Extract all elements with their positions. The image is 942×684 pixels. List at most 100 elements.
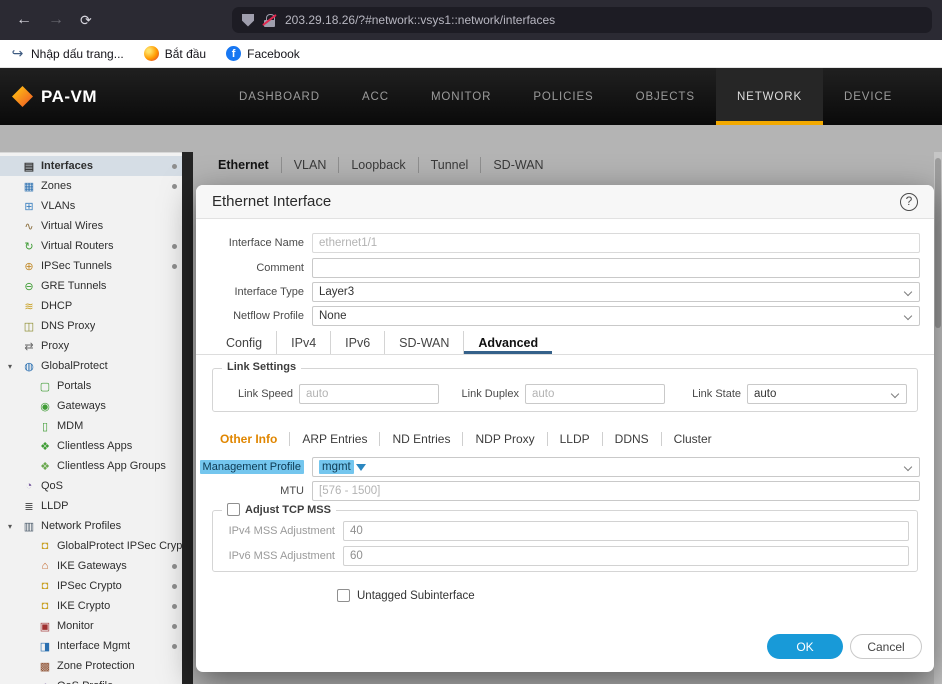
- nav-item-policies[interactable]: POLICIES: [512, 68, 614, 125]
- url-text[interactable]: 203.29.18.26/?#network::vsys1::network/i…: [285, 13, 555, 27]
- chevron-down-icon[interactable]: [904, 463, 912, 471]
- sidebar-item-zone-protection[interactable]: ▩Zone Protection: [0, 656, 182, 676]
- subtab-other-info[interactable]: Other Info: [212, 432, 289, 446]
- link-speed-value: auto: [306, 388, 328, 400]
- tracking-protection-shield-icon[interactable]: [242, 14, 254, 27]
- interface-name-input[interactable]: ethernet1/1: [312, 233, 920, 253]
- bookmarks-bar: Nhập dấu trang... Bắt đầu Facebook: [0, 40, 942, 68]
- dialog-tab-ipv4[interactable]: IPv4: [276, 331, 330, 354]
- sidebar-item-lldp[interactable]: ≣LLDP: [0, 496, 182, 516]
- sidebar-item-clientless-apps[interactable]: ❖Clientless Apps: [0, 436, 182, 456]
- dialog-tab-config[interactable]: Config: [212, 331, 276, 354]
- untagged-subinterface-checkbox[interactable]: [337, 589, 350, 602]
- interface-type-select[interactable]: Layer3: [312, 282, 920, 302]
- dialog-subtabs: Other InfoARP EntriesND EntriesNDP Proxy…: [212, 428, 724, 450]
- sidebar-item-proxy[interactable]: ⇄Proxy: [0, 336, 182, 356]
- subtab-arp-entries[interactable]: ARP Entries: [289, 432, 379, 446]
- sidebar-item-vlans[interactable]: ⊞VLANs: [0, 196, 182, 216]
- sidebar-item-ike-gateways[interactable]: ⌂IKE Gateways: [0, 556, 182, 576]
- sidebar-item-gre-tunnels[interactable]: ⊖GRE Tunnels: [0, 276, 182, 296]
- sidebar-item-mdm[interactable]: ▯MDM: [0, 416, 182, 436]
- nav-item-device[interactable]: DEVICE: [823, 68, 913, 125]
- screen: ← → ⟳ 203.29.18.26/?#network::vsys1::net…: [0, 0, 942, 684]
- link-state-label: Link State: [679, 388, 741, 400]
- dialog-tab-advanced[interactable]: Advanced: [463, 331, 552, 354]
- management-profile-select[interactable]: mgmt: [312, 457, 920, 477]
- dialog-tab-ipv6[interactable]: IPv6: [330, 331, 384, 354]
- nav-item-objects[interactable]: OBJECTS: [615, 68, 716, 125]
- subtab-ndp-proxy[interactable]: NDP Proxy: [462, 432, 546, 446]
- sidebar-item-ipsec-crypto[interactable]: ◘IPSec Crypto: [0, 576, 182, 596]
- sidebar-item-globalprotect[interactable]: ▾◍GlobalProtect: [0, 356, 182, 376]
- sidebar-item-interface-mgmt[interactable]: ◨Interface Mgmt: [0, 636, 182, 656]
- gateways-icon: ◉: [38, 400, 52, 413]
- content-tab-vlan[interactable]: VLAN: [281, 157, 339, 173]
- chevron-down-icon[interactable]: [904, 312, 912, 320]
- nav-item-acc[interactable]: ACC: [341, 68, 410, 125]
- ike-gateways-icon: ⌂: [38, 560, 52, 572]
- brand: PA-VM: [12, 68, 97, 125]
- proxy-icon: ⇄: [22, 340, 36, 353]
- sidebar-item-interfaces[interactable]: ▤Interfaces: [0, 156, 182, 176]
- cancel-button[interactable]: Cancel: [850, 634, 922, 659]
- sidebar-item-dns-proxy[interactable]: ◫DNS Proxy: [0, 316, 182, 336]
- scrollbar-thumb[interactable]: [935, 158, 941, 328]
- sidebar-item-network-profiles[interactable]: ▾▥Network Profiles: [0, 516, 182, 536]
- subtab-cluster[interactable]: Cluster: [661, 432, 724, 446]
- page-scrollbar[interactable]: [934, 152, 942, 684]
- zone-protection-icon: ▩: [38, 660, 52, 673]
- chevron-down-icon[interactable]: [904, 288, 912, 296]
- mtu-input[interactable]: [576 - 1500]: [312, 481, 920, 501]
- sidebar-item-virtual-wires[interactable]: ∿Virtual Wires: [0, 216, 182, 236]
- back-icon[interactable]: ←: [16, 11, 32, 29]
- sidebar-item-ipsec-tunnels[interactable]: ⊕IPSec Tunnels: [0, 256, 182, 276]
- sidebar-item-portals[interactable]: ▢Portals: [0, 376, 182, 396]
- sidebar-splitter[interactable]: [182, 152, 193, 684]
- content-tab-tunnel[interactable]: Tunnel: [418, 157, 481, 173]
- sidebar-item-qos-profile[interactable]: ◕QoS Profile: [0, 676, 182, 684]
- sidebar-item-globalprotect-ipsec-crypto[interactable]: ◘GlobalProtect IPSec Crypto: [0, 536, 182, 556]
- nav-item-monitor[interactable]: MONITOR: [410, 68, 512, 125]
- caret-down-icon: ▾: [8, 522, 12, 531]
- address-bar[interactable]: 203.29.18.26/?#network::vsys1::network/i…: [232, 7, 932, 33]
- insecure-lock-icon[interactable]: [263, 14, 276, 27]
- chevron-down-icon[interactable]: [891, 389, 899, 397]
- dialog-tab-sd-wan[interactable]: SD-WAN: [384, 331, 463, 354]
- forward-icon[interactable]: →: [48, 11, 64, 29]
- adjust-tcp-mss-checkbox[interactable]: [227, 503, 240, 516]
- sidebar-item-dhcp[interactable]: ≋DHCP: [0, 296, 182, 316]
- link-duplex-input[interactable]: auto: [525, 384, 665, 404]
- content-tab-ethernet[interactable]: Ethernet: [218, 157, 281, 173]
- comment-label: Comment: [196, 262, 304, 274]
- ipv6-mss-input[interactable]: 60: [343, 546, 909, 566]
- content-tab-sd-wan[interactable]: SD-WAN: [480, 157, 555, 173]
- subtab-lldp[interactable]: LLDP: [547, 432, 602, 446]
- link-speed-input[interactable]: auto: [299, 384, 439, 404]
- sidebar-item-qos[interactable]: ◔QoS: [0, 476, 182, 496]
- sidebar-item-zones[interactable]: ▦Zones: [0, 176, 182, 196]
- interface-name-row: Interface Name ethernet1/1: [196, 233, 920, 253]
- reload-icon[interactable]: ⟳: [80, 12, 92, 29]
- nav-item-network[interactable]: NETWORK: [716, 68, 823, 125]
- subtab-ddns[interactable]: DDNS: [602, 432, 661, 446]
- sidebar-item-monitor[interactable]: ▣Monitor: [0, 616, 182, 636]
- content-tab-loopback[interactable]: Loopback: [338, 157, 417, 173]
- link-state-select[interactable]: auto: [747, 384, 907, 404]
- ipv4-mss-input[interactable]: 40: [343, 521, 909, 541]
- bookmark-nh-p-d-u-trang[interactable]: Nhập dấu trang...: [10, 46, 124, 61]
- sidebar-item-label: IPSec Tunnels: [41, 260, 112, 272]
- item-dot: [172, 624, 177, 629]
- ok-button[interactable]: OK: [767, 634, 843, 659]
- sidebar-item-clientless-app-groups[interactable]: ❖Clientless App Groups: [0, 456, 182, 476]
- comment-input[interactable]: [312, 258, 920, 278]
- sidebar-item-gateways[interactable]: ◉Gateways: [0, 396, 182, 416]
- sidebar-item-ike-crypto[interactable]: ◘IKE Crypto: [0, 596, 182, 616]
- bookmark-b-t-u[interactable]: Bắt đầu: [144, 46, 206, 61]
- netflow-profile-label: Netflow Profile: [196, 310, 304, 322]
- nav-item-dashboard[interactable]: DASHBOARD: [218, 68, 341, 125]
- sidebar-item-virtual-routers[interactable]: ↻Virtual Routers: [0, 236, 182, 256]
- help-icon[interactable]: ?: [900, 193, 918, 211]
- subtab-nd-entries[interactable]: ND Entries: [379, 432, 462, 446]
- bookmark-facebook[interactable]: Facebook: [226, 46, 300, 61]
- netflow-profile-select[interactable]: None: [312, 306, 920, 326]
